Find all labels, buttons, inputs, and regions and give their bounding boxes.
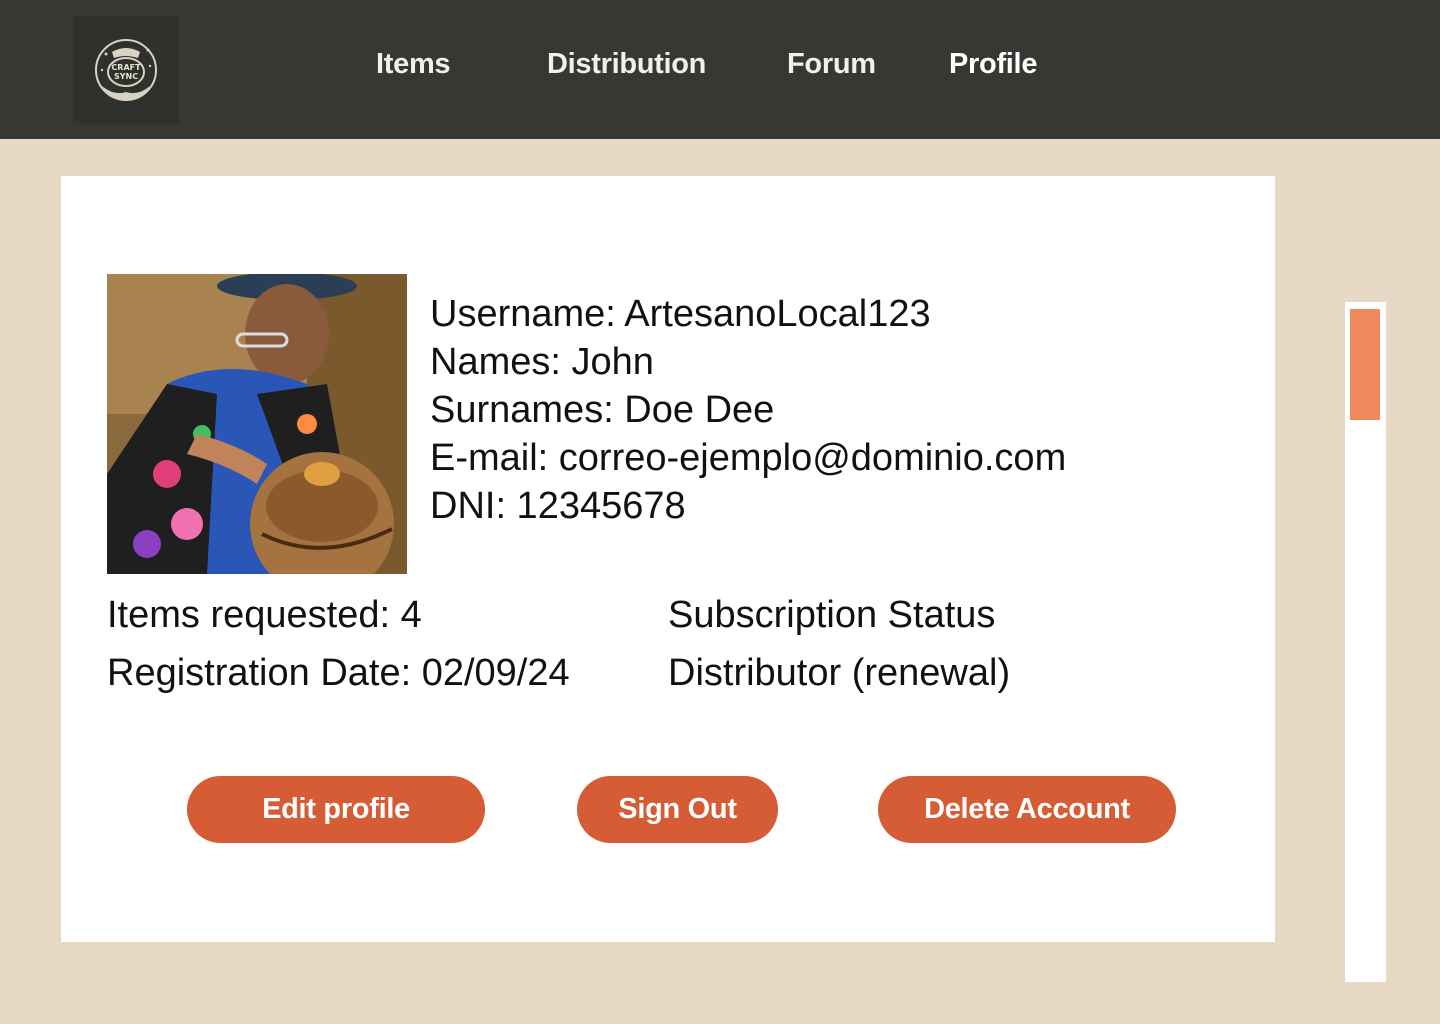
delete-account-button[interactable]: Delete Account bbox=[878, 776, 1176, 843]
nav-forum[interactable]: Forum bbox=[787, 48, 876, 81]
items-requested-text: Items requested: 4 bbox=[107, 594, 422, 636]
edit-profile-button[interactable]: Edit profile bbox=[187, 776, 485, 843]
subscription-label: Subscription Status bbox=[668, 594, 996, 636]
subscription-value: Distributor (renewal) bbox=[668, 652, 1011, 694]
avatar bbox=[107, 274, 407, 574]
registration-date-text: Registration Date: 02/09/24 bbox=[107, 652, 570, 694]
nav-profile[interactable]: Profile bbox=[949, 48, 1037, 81]
scrollbar-thumb[interactable] bbox=[1350, 309, 1380, 420]
sign-out-button[interactable]: Sign Out bbox=[577, 776, 778, 843]
account-stats: Items requested: 4 Registration Date: 02… bbox=[107, 586, 570, 702]
main-nav: Items Distribution Forum Profile bbox=[0, 0, 1440, 139]
dni-text: DNI: 12345678 bbox=[430, 485, 686, 527]
nav-items[interactable]: Items bbox=[376, 48, 451, 81]
subscription-info: Subscription Status Distributor (renewal… bbox=[668, 586, 1010, 702]
email-text: E-mail: correo-ejemplo@dominio.com bbox=[430, 437, 1067, 479]
names-text: Names: John bbox=[430, 341, 654, 383]
nav-distribution[interactable]: Distribution bbox=[547, 48, 706, 81]
user-info: Username: ArtesanoLocal123 Names: John S… bbox=[430, 290, 1066, 530]
top-navigation-bar: CRAFT SYNC Items Distribution Forum Prof… bbox=[0, 0, 1440, 139]
username-text: Username: ArtesanoLocal123 bbox=[430, 293, 931, 335]
scrollbar[interactable] bbox=[1345, 302, 1386, 982]
profile-card: Username: ArtesanoLocal123 Names: John S… bbox=[61, 176, 1275, 942]
surnames-text: Surnames: Doe Dee bbox=[430, 389, 775, 431]
